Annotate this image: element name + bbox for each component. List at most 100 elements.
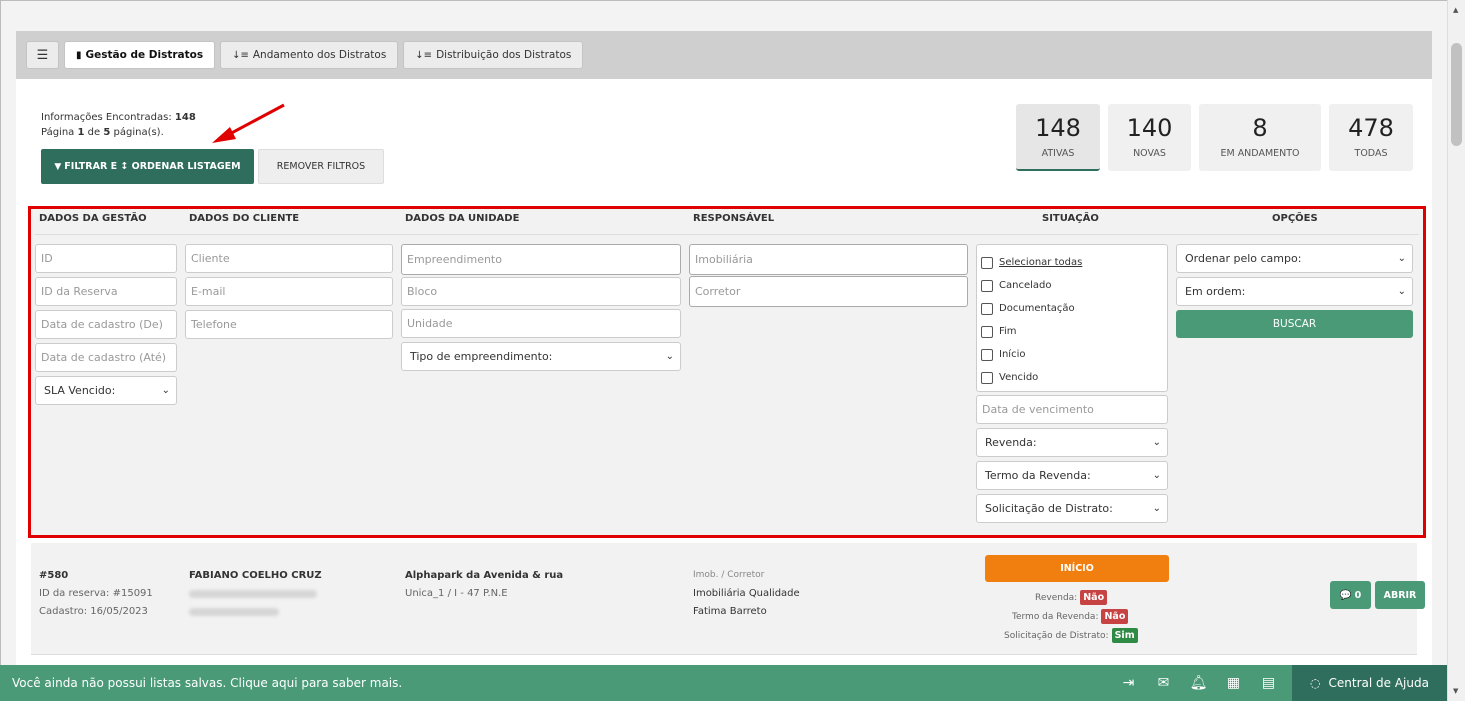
solicitacao-distrato-select[interactable]: Solicitação de Distrato: ⌄ <box>976 494 1168 523</box>
blurred-phone <box>189 608 279 616</box>
data-cadastro-ate-input[interactable]: Data de cadastro (Até) <box>35 343 177 372</box>
tipo-empreendimento-select[interactable]: Tipo de empreendimento: ⌄ <box>401 342 681 371</box>
chevron-down-icon: ⌄ <box>1397 286 1406 297</box>
revenda-select[interactable]: Revenda: ⌄ <box>976 428 1168 457</box>
chat-bubble-icon: ◌ <box>1310 676 1321 690</box>
check-cancelado[interactable]: Cancelado <box>981 274 1167 297</box>
scroll-up-icon[interactable]: ▲ <box>1453 6 1458 14</box>
termo-revenda-badge: Não <box>1101 609 1129 624</box>
scrollbar[interactable]: ▲ ▼ <box>1447 0 1465 701</box>
chevron-down-icon: ⌄ <box>1152 437 1161 448</box>
reserva-id-input[interactable]: ID da Reserva <box>35 277 177 306</box>
header-dados-cliente: DADOS DO CLIENTE <box>189 213 300 224</box>
tab-bar: ☰ ▮ Gestão de Distratos ↓≡ Andamento dos D… <box>16 31 1432 79</box>
calendar-icon[interactable]: ▦ <box>1216 665 1251 701</box>
check-vencido[interactable]: Vencido <box>981 366 1167 389</box>
checkbox[interactable] <box>981 371 993 384</box>
record-imob-label: Imob. / Corretor <box>693 570 765 580</box>
solicitacao-badge: Sim <box>1111 628 1138 643</box>
telefone-input[interactable]: Telefone <box>185 310 393 339</box>
cliente-input[interactable]: Cliente <box>185 244 393 273</box>
imobiliaria-input[interactable]: Imobiliária <box>689 244 968 275</box>
check-documentacao[interactable]: Documentação <box>981 297 1167 320</box>
stat-em-andamento[interactable]: 8 EM ANDAMENTO <box>1199 104 1321 171</box>
checkbox[interactable] <box>981 302 993 315</box>
help-center-button[interactable]: ◌ Central de Ajuda <box>1292 665 1447 701</box>
scrollbar-thumb[interactable] <box>1451 43 1462 146</box>
empreendimento-input[interactable]: Empreendimento <box>401 244 681 275</box>
header-situacao: SITUAÇÃO <box>1042 213 1099 224</box>
corretor-input[interactable]: Corretor <box>689 276 968 307</box>
stat-todas[interactable]: 478 TODAS <box>1329 104 1413 171</box>
filter-icon: ▼ <box>54 161 62 172</box>
bookmark-icon: ▮ <box>76 49 82 61</box>
bell-icon[interactable]: 🔔︎ <box>1181 665 1216 701</box>
hamburger-menu-button[interactable]: ☰ <box>26 41 59 69</box>
revenda-info: Revenda: Não <box>1035 590 1108 605</box>
found-count: 148 <box>174 112 196 123</box>
filter-panel: DADOS DA GESTÃO DADOS DO CLIENTE DADOS D… <box>28 206 1426 538</box>
checkbox[interactable] <box>981 279 993 292</box>
saved-lists-message[interactable]: Você ainda não possui listas salvas. Cli… <box>0 676 1111 690</box>
termo-revenda-info: Termo da Revenda: Não <box>1012 609 1129 624</box>
results-info: Informações Encontradas: 148 Página 1 de… <box>41 112 196 138</box>
solicitacao-info: Solicitação de Distrato: Sim <box>1004 628 1138 643</box>
record-empreendimento: Alphapark da Avenida & rua <box>405 570 564 581</box>
sort-icon: ↓≡ <box>232 49 249 61</box>
header-responsavel: RESPONSÁVEL <box>693 213 775 224</box>
checkbox[interactable] <box>981 256 993 269</box>
login-arrow-icon[interactable]: ⇥ <box>1111 665 1146 701</box>
table-row: #580 ID da reserva: #15091 Cadastro: 16/… <box>31 543 1425 655</box>
data-cadastro-de-input[interactable]: Data de cadastro (De) <box>35 310 177 339</box>
record-cadastro: Cadastro: 16/05/2023 <box>39 606 148 617</box>
checkbox[interactable] <box>981 325 993 338</box>
termo-revenda-select[interactable]: Termo da Revenda: ⌄ <box>976 461 1168 490</box>
scroll-down-icon[interactable]: ▼ <box>1453 687 1458 695</box>
ordenar-campo-select[interactable]: Ordenar pelo campo: ⌄ <box>1176 244 1413 273</box>
chevron-down-icon: ⌄ <box>1152 470 1161 481</box>
id-input[interactable]: ID <box>35 244 177 273</box>
header-divider <box>35 234 1419 235</box>
stat-novas[interactable]: 140 NOVAS <box>1108 104 1191 171</box>
hamburger-icon: ☰ <box>36 47 49 63</box>
revenda-badge: Não <box>1080 590 1108 605</box>
comments-icon: 💬 <box>1339 589 1352 601</box>
status-badge[interactable]: INÍCIO <box>985 555 1169 582</box>
checkbox[interactable] <box>981 348 993 361</box>
ordem-select[interactable]: Em ordem: ⌄ <box>1176 277 1413 306</box>
blurred-email <box>189 590 317 598</box>
header-dados-unidade: DADOS DA UNIDADE <box>405 213 520 224</box>
situacao-checklist: Selecionar todas Cancelado Documentação … <box>976 244 1168 392</box>
filter-sort-button[interactable]: ▼ FILTRAR E ↕ ORDENAR LISTAGEM <box>41 149 254 184</box>
data-vencimento-input[interactable]: Data de vencimento <box>976 395 1168 424</box>
header-opcoes: OPÇÕES <box>1272 213 1318 224</box>
tab-gestao-distratos[interactable]: ▮ Gestão de Distratos <box>64 41 216 69</box>
record-cliente: FABIANO COELHO CRUZ <box>189 570 322 581</box>
sort-icon: ↓≡ <box>415 49 433 61</box>
mail-star-icon[interactable]: ✉ <box>1146 665 1181 701</box>
abrir-button[interactable]: ABRIR <box>1375 581 1425 609</box>
buscar-button[interactable]: BUSCAR <box>1176 310 1413 338</box>
chevron-down-icon: ⌄ <box>161 385 170 396</box>
app-container: ☰ ▮ Gestão de Distratos ↓≡ Andamento dos D… <box>16 31 1432 671</box>
record-id: #580 <box>39 570 69 581</box>
unidade-input[interactable]: Unidade <box>401 309 681 338</box>
check-selecionar-todas[interactable]: Selecionar todas <box>981 251 1167 274</box>
tab-distribuicao-distratos[interactable]: ↓≡ Distribuição dos Distratos <box>403 41 584 69</box>
email-input[interactable]: E-mail <box>185 277 393 306</box>
chevron-down-icon: ⌄ <box>665 351 674 362</box>
calculator-icon[interactable]: ▤ <box>1251 665 1286 701</box>
comments-button[interactable]: 💬 0 <box>1330 581 1371 609</box>
record-unidade: Unica_1 / I - 47 P.N.E <box>405 588 508 599</box>
chevron-down-icon: ⌄ <box>1152 503 1161 514</box>
check-fim[interactable]: Fim <box>981 320 1167 343</box>
sla-vencido-select[interactable]: SLA Vencido: ⌄ <box>35 376 177 405</box>
remove-filters-button[interactable]: REMOVER FILTROS <box>258 149 384 184</box>
stat-ativas[interactable]: 148 ATIVAS <box>1016 104 1100 171</box>
check-inicio[interactable]: Início <box>981 343 1167 366</box>
record-imobiliaria: Imobiliária Qualidade <box>693 588 800 599</box>
header-dados-gestao: DADOS DA GESTÃO <box>39 213 147 224</box>
tab-andamento-distratos[interactable]: ↓≡ Andamento dos Distratos <box>220 41 399 69</box>
record-reserva: ID da reserva: #15091 <box>39 588 153 599</box>
bloco-input[interactable]: Bloco <box>401 277 681 306</box>
